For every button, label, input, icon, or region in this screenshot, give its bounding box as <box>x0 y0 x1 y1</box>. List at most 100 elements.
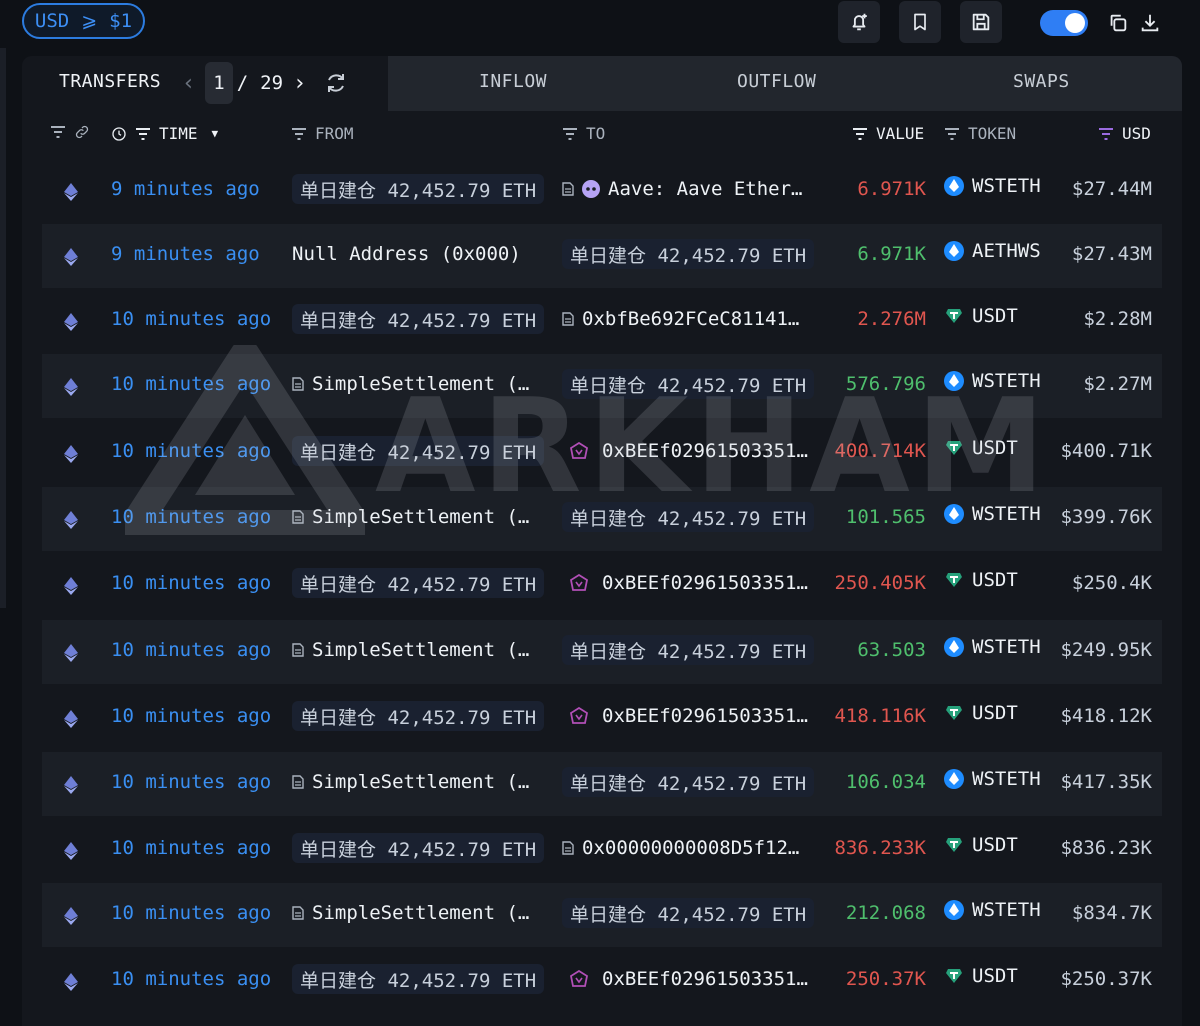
row-to[interactable]: 0xBEEf02961503351… <box>562 435 816 467</box>
header-value[interactable]: VALUE <box>852 124 924 143</box>
row-time[interactable]: 9 minutes ago <box>111 243 260 265</box>
row-to[interactable]: 单日建仓 42,452.79 ETH <box>562 368 816 400</box>
table-row[interactable]: 10 minutes ago SimpleSettlement (… 单日建仓 42… <box>42 487 1162 551</box>
to-address[interactable]: 0xBEEf02961503351… <box>602 572 808 594</box>
header-from[interactable]: FROM <box>291 124 354 143</box>
prev-page-icon[interactable]: ‹ <box>182 71 195 96</box>
row-to[interactable]: 0xBEEf02961503351… <box>562 567 816 599</box>
from-entity-pill[interactable]: 单日建仓 42,452.79 ETH <box>292 174 545 204</box>
tab-swaps[interactable]: SWAPS <box>1013 71 1070 92</box>
row-to[interactable]: Aave: Aave Ether… <box>562 173 816 205</box>
row-from[interactable]: SimpleSettlement (… <box>292 634 542 666</box>
table-row[interactable]: 9 minutes ago Null Address (0x000) 单日建仓 42… <box>42 224 1162 288</box>
from-entity-pill[interactable]: 单日建仓 42,452.79 ETH <box>292 568 545 598</box>
to-filter-icon[interactable] <box>562 127 578 140</box>
row-token[interactable]: USDT <box>944 702 1018 724</box>
row-time[interactable]: 10 minutes ago <box>111 308 271 330</box>
copy-button[interactable] <box>1106 11 1130 35</box>
row-time[interactable]: 10 minutes ago <box>111 837 271 859</box>
table-row[interactable]: 10 minutes ago SimpleSettlement (… 单日建仓 42… <box>42 752 1162 816</box>
save-button[interactable] <box>960 1 1002 43</box>
row-from[interactable]: 单日建仓 42,452.79 ETH <box>292 303 545 335</box>
table-row[interactable]: 10 minutes ago 单日建仓 42,452.79 ETH 0x000000… <box>42 818 1162 882</box>
filter-icon[interactable] <box>50 126 66 138</box>
table-row[interactable]: 10 minutes ago SimpleSettlement (… 单日建仓 42… <box>42 620 1162 684</box>
from-entity-pill[interactable]: 单日建仓 42,452.79 ETH <box>292 964 545 994</box>
from-filter-icon[interactable] <box>291 127 307 140</box>
to-address[interactable]: 0xbfBe692FCeC81141… <box>582 308 799 330</box>
row-to[interactable]: 0x00000000008D5f12… <box>562 832 816 864</box>
to-address[interactable]: Aave: Aave Ether… <box>608 178 802 200</box>
row-from[interactable]: SimpleSettlement (… <box>292 501 542 533</box>
row-from[interactable]: 单日建仓 42,452.79 ETH <box>292 567 545 599</box>
to-address[interactable]: 0xBEEf02961503351… <box>602 968 808 990</box>
row-time[interactable]: 10 minutes ago <box>111 440 271 462</box>
row-time[interactable]: 10 minutes ago <box>111 639 271 661</box>
from-address[interactable]: SimpleSettlement (… <box>312 902 529 924</box>
row-to[interactable]: 单日建仓 42,452.79 ETH <box>562 897 816 929</box>
row-time[interactable]: 10 minutes ago <box>111 902 271 924</box>
row-token[interactable]: WSTETH <box>944 370 1041 392</box>
row-token[interactable]: WSTETH <box>944 768 1041 790</box>
tab-outflow[interactable]: OUTFLOW <box>737 71 816 92</box>
to-entity-pill[interactable]: 单日建仓 42,452.79 ETH <box>562 239 815 269</box>
next-page-icon[interactable]: › <box>293 71 306 96</box>
table-row[interactable]: 10 minutes ago 单日建仓 42,452.79 ETH 0xBEEf02… <box>42 686 1162 750</box>
link-icon[interactable] <box>74 124 90 140</box>
from-address[interactable]: SimpleSettlement (… <box>312 373 529 395</box>
row-token[interactable]: WSTETH <box>944 503 1041 525</box>
row-to[interactable]: 单日建仓 42,452.79 ETH <box>562 501 816 533</box>
to-entity-pill[interactable]: 单日建仓 42,452.79 ETH <box>562 767 815 797</box>
to-entity-pill[interactable]: 单日建仓 42,452.79 ETH <box>562 898 815 928</box>
row-to[interactable]: 单日建仓 42,452.79 ETH <box>562 634 816 666</box>
from-entity-pill[interactable]: 单日建仓 42,452.79 ETH <box>292 701 545 731</box>
row-from[interactable]: 单日建仓 42,452.79 ETH <box>292 832 545 864</box>
from-address[interactable]: SimpleSettlement (… <box>312 639 529 661</box>
from-entity-pill[interactable]: 单日建仓 42,452.79 ETH <box>292 833 545 863</box>
table-row[interactable]: 10 minutes ago 单日建仓 42,452.79 ETH 0xbfBe69… <box>42 289 1162 353</box>
row-token[interactable]: USDT <box>944 305 1018 327</box>
toggle-switch[interactable] <box>1040 10 1088 36</box>
page-current[interactable]: 1 <box>205 62 233 104</box>
row-token[interactable]: USDT <box>944 965 1018 987</box>
sort-desc-icon[interactable]: ▼ <box>212 127 219 140</box>
row-token[interactable]: USDT <box>944 834 1018 856</box>
row-token[interactable]: WSTETH <box>944 899 1041 921</box>
usd-filter-icon[interactable] <box>1098 127 1114 140</box>
token-filter-icon[interactable] <box>944 127 960 140</box>
from-entity-pill[interactable]: 单日建仓 42,452.79 ETH <box>292 436 545 466</box>
header-usd[interactable]: USD <box>1098 124 1151 143</box>
row-from[interactable]: 单日建仓 42,452.79 ETH <box>292 435 545 467</box>
row-time[interactable]: 10 minutes ago <box>111 506 271 528</box>
table-row[interactable]: 10 minutes ago 单日建仓 42,452.79 ETH 0xBEEf02… <box>42 949 1162 1013</box>
row-time[interactable]: 10 minutes ago <box>111 705 271 727</box>
row-time[interactable]: 10 minutes ago <box>111 968 271 990</box>
table-row[interactable]: 10 minutes ago 单日建仓 42,452.79 ETH 0xBEEf02… <box>42 553 1162 617</box>
table-row[interactable]: 10 minutes ago SimpleSettlement (… 单日建仓 42… <box>42 354 1162 418</box>
row-from[interactable]: 单日建仓 42,452.79 ETH <box>292 963 545 995</box>
from-entity-pill[interactable]: 单日建仓 42,452.79 ETH <box>292 304 545 334</box>
row-from[interactable]: 单日建仓 42,452.79 ETH <box>292 173 545 205</box>
row-token[interactable]: WSTETH <box>944 636 1041 658</box>
to-address[interactable]: 0x00000000008D5f12… <box>582 837 799 859</box>
from-address[interactable]: Null Address (0x000) <box>292 243 521 265</box>
row-time[interactable]: 10 minutes ago <box>111 771 271 793</box>
value-filter-icon[interactable] <box>852 127 868 140</box>
row-from[interactable]: SimpleSettlement (… <box>292 368 542 400</box>
header-to[interactable]: TO <box>562 124 605 143</box>
usd-filter-chip[interactable]: USD ⩾ $1 <box>22 3 145 39</box>
row-to[interactable]: 0xBEEf02961503351… <box>562 963 816 995</box>
download-button[interactable] <box>1138 11 1162 35</box>
table-row[interactable]: 9 minutes ago 单日建仓 42,452.79 ETH Aave: Aav… <box>42 159 1162 223</box>
row-token[interactable]: USDT <box>944 569 1018 591</box>
row-time[interactable]: 9 minutes ago <box>111 178 260 200</box>
table-row[interactable]: 10 minutes ago SimpleSettlement (… 单日建仓 42… <box>42 883 1162 947</box>
header-filter-link-group[interactable] <box>50 124 90 140</box>
tab-inflow[interactable]: INFLOW <box>479 71 547 92</box>
row-token[interactable]: USDT <box>944 437 1018 459</box>
to-entity-pill[interactable]: 单日建仓 42,452.79 ETH <box>562 502 815 532</box>
from-address[interactable]: SimpleSettlement (… <box>312 506 529 528</box>
to-address[interactable]: 0xBEEf02961503351… <box>602 440 808 462</box>
row-to[interactable]: 0xBEEf02961503351… <box>562 700 816 732</box>
time-filter-icon[interactable] <box>135 127 151 140</box>
